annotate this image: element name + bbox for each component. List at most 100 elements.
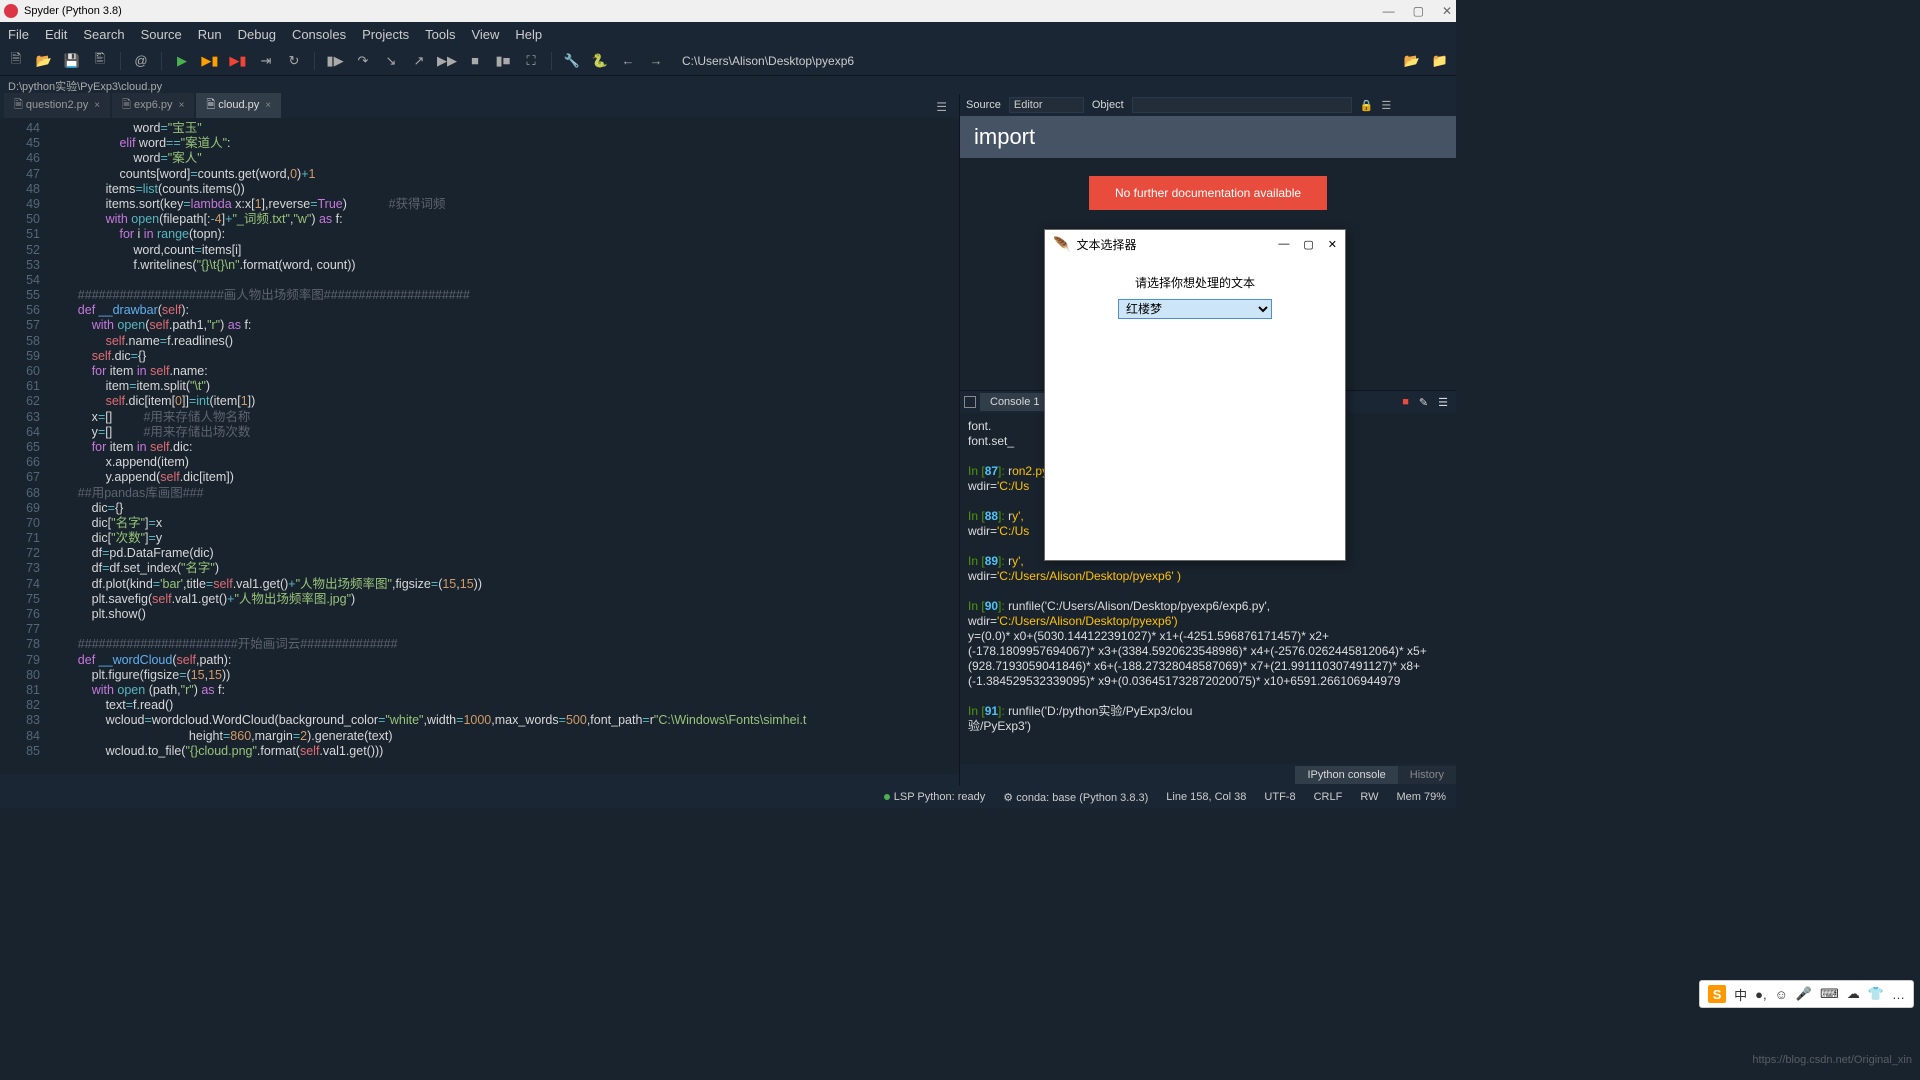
- run-cell-icon[interactable]: ▶▮: [200, 51, 220, 71]
- close-button[interactable]: ✕: [1442, 4, 1452, 18]
- close-tab-icon[interactable]: ×: [94, 100, 100, 111]
- menu-run[interactable]: Run: [194, 25, 226, 44]
- lsp-status: LSP Python: ready: [884, 791, 986, 803]
- ime-btn-5[interactable]: ⌨: [1820, 986, 1839, 1002]
- console-checkbox-icon[interactable]: [964, 396, 976, 408]
- menu-debug[interactable]: Debug: [234, 25, 280, 44]
- menu-search[interactable]: Search: [79, 25, 128, 44]
- dialog-close-button[interactable]: ✕: [1328, 238, 1337, 251]
- conda-status: ⚙ conda: base (Python 3.8.3): [1003, 791, 1148, 804]
- mem-usage: Mem 79%: [1396, 791, 1446, 803]
- statusbar: LSP Python: ready ⚙ conda: base (Python …: [0, 786, 1456, 808]
- menu-edit[interactable]: Edit: [41, 25, 71, 44]
- source-dropdown[interactable]: Editor: [1009, 97, 1084, 113]
- no-docs-warning: No further documentation available: [1089, 176, 1327, 210]
- feather-icon: 🪶: [1053, 236, 1070, 253]
- menu-tools[interactable]: Tools: [421, 25, 459, 44]
- menu-file[interactable]: File: [4, 25, 33, 44]
- file-path-bar: D:\python实验\PyExp3\cloud.py: [0, 76, 1456, 94]
- titlebar: Spyder (Python 3.8) — ▢ ✕: [0, 0, 1456, 22]
- maximize-pane-icon[interactable]: ⛶: [521, 51, 541, 71]
- hamburger-icon[interactable]: ☰: [928, 96, 955, 118]
- ime-btn-4[interactable]: 🎤: [1796, 986, 1812, 1002]
- tab-history[interactable]: History: [1398, 766, 1456, 784]
- debug-start-icon[interactable]: ▮▶: [325, 51, 345, 71]
- run-selection-icon[interactable]: ⇥: [256, 51, 276, 71]
- tab-cloud-py[interactable]: 🗎 cloud.py×: [196, 93, 281, 118]
- clear-icon[interactable]: ✎: [1419, 396, 1428, 409]
- maximize-button[interactable]: ▢: [1413, 4, 1424, 18]
- tab-exp6-py[interactable]: 🗎 exp6.py×: [112, 93, 194, 118]
- preferences-icon[interactable]: 🔧: [562, 51, 582, 71]
- encoding: UTF-8: [1264, 791, 1295, 803]
- run-cell-advance-icon[interactable]: ▶▮: [228, 51, 248, 71]
- object-input[interactable]: [1132, 97, 1352, 113]
- menu-source[interactable]: Source: [137, 25, 186, 44]
- ime-btn-7[interactable]: 👕: [1868, 986, 1884, 1002]
- new-file-icon[interactable]: 🗎: [6, 51, 26, 71]
- dialog-titlebar[interactable]: 🪶 文本选择器 — ▢ ✕: [1045, 230, 1345, 258]
- watermark: https://blog.csdn.net/Original_xin: [1752, 1054, 1912, 1066]
- close-tab-icon[interactable]: ×: [265, 100, 271, 111]
- cursor-position: Line 158, Col 38: [1166, 791, 1246, 803]
- continue-icon[interactable]: ▶▶: [437, 51, 457, 71]
- console-bottom-tabs: IPython console History: [960, 764, 1456, 786]
- ime-btn-6[interactable]: ☁: [1847, 986, 1860, 1002]
- forward-icon[interactable]: →: [646, 51, 666, 71]
- hamburger-icon[interactable]: ☰: [1438, 396, 1448, 409]
- back-icon[interactable]: ←: [618, 51, 638, 71]
- eol: CRLF: [1314, 791, 1343, 803]
- at-icon[interactable]: @: [131, 51, 151, 71]
- minimize-button[interactable]: —: [1383, 4, 1395, 18]
- text-select[interactable]: 红楼梦: [1118, 299, 1272, 319]
- menu-view[interactable]: View: [467, 25, 503, 44]
- ime-btn-2[interactable]: ●,: [1755, 987, 1766, 1002]
- working-dir[interactable]: C:\Users\Alison\Desktop\pyexp6: [674, 54, 1394, 68]
- ime-btn-1[interactable]: 中: [1734, 985, 1747, 1004]
- save-icon[interactable]: 💾: [62, 51, 82, 71]
- editor-tabs: 🗎 question2.py×🗎 exp6.py×🗎 cloud.py× ☰: [0, 94, 959, 118]
- hamburger-icon[interactable]: ☰: [1381, 99, 1391, 112]
- lock-icon[interactable]: 🔒: [1360, 99, 1374, 112]
- ime-toolbar[interactable]: S中 ●, ☺ 🎤 ⌨ ☁ 👕 …: [1699, 980, 1914, 1008]
- browse-folder-icon[interactable]: 📂: [1402, 51, 1422, 71]
- run-icon[interactable]: ▶: [172, 51, 192, 71]
- menubar: File Edit Search Source Run Debug Consoles Proj…: [0, 22, 1456, 46]
- horizontal-scrollbar[interactable]: [0, 774, 959, 786]
- editor[interactable]: 4445464748495051525354555657585960616263…: [0, 118, 959, 774]
- parent-folder-icon[interactable]: 📁: [1430, 51, 1450, 71]
- step-out-icon[interactable]: ↗: [409, 51, 429, 71]
- python-path-icon[interactable]: 🐍: [590, 51, 610, 71]
- dialog-title: 文本选择器: [1076, 236, 1136, 253]
- file-perm: RW: [1360, 791, 1378, 803]
- save-all-icon[interactable]: 🖺: [90, 51, 110, 71]
- source-label: Source: [966, 99, 1001, 111]
- help-title: import: [960, 116, 1456, 158]
- tab-ipython-console[interactable]: IPython console: [1295, 766, 1397, 784]
- dialog-minimize-button[interactable]: —: [1278, 238, 1289, 251]
- ime-btn-8[interactable]: …: [1892, 987, 1905, 1002]
- step-into-icon[interactable]: ↘: [381, 51, 401, 71]
- menu-help[interactable]: Help: [511, 25, 546, 44]
- ime-btn-3[interactable]: ☺: [1775, 987, 1788, 1002]
- toolbar: 🗎 📂 💾 🖺 @ ▶ ▶▮ ▶▮ ⇥ ↻ ▮▶ ↷ ↘ ↗ ▶▶ ■ ▮■ ⛶…: [0, 46, 1456, 76]
- close-tab-icon[interactable]: ×: [179, 100, 185, 111]
- debug-file-icon[interactable]: ▮■: [493, 51, 513, 71]
- dialog-label: 请选择你想处理的文本: [1045, 274, 1345, 291]
- tab-question2-py[interactable]: 🗎 question2.py×: [4, 93, 110, 118]
- stop-icon[interactable]: ■: [465, 51, 485, 71]
- dialog-maximize-button[interactable]: ▢: [1303, 238, 1313, 251]
- console-tab[interactable]: Console 1: [980, 393, 1050, 411]
- help-header: Source Editor Object 🔒 ☰: [960, 94, 1456, 116]
- object-label: Object: [1092, 99, 1124, 111]
- step-over-icon[interactable]: ↷: [353, 51, 373, 71]
- window-title: Spyder (Python 3.8): [24, 5, 1383, 17]
- open-file-icon[interactable]: 📂: [34, 51, 54, 71]
- text-selector-dialog: 🪶 文本选择器 — ▢ ✕ 请选择你想处理的文本 红楼梦: [1044, 229, 1346, 561]
- spyder-logo-icon: [4, 4, 18, 18]
- menu-projects[interactable]: Projects: [358, 25, 413, 44]
- stop-kernel-icon[interactable]: ■: [1402, 396, 1409, 409]
- menu-consoles[interactable]: Consoles: [288, 25, 350, 44]
- ime-btn-0[interactable]: S: [1708, 985, 1726, 1003]
- rerun-icon[interactable]: ↻: [284, 51, 304, 71]
